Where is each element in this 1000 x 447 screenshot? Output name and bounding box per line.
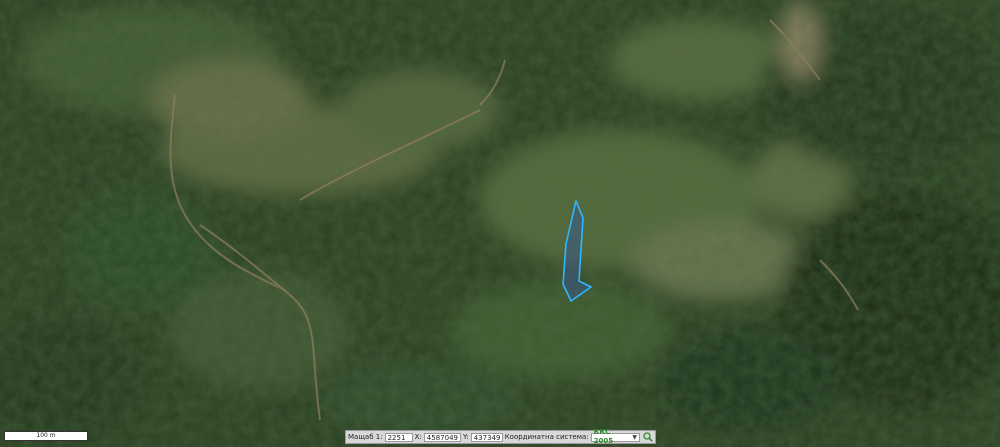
scale-bar-label: 100 m <box>36 432 56 439</box>
x-coordinate-field: 4587049 <box>423 432 461 442</box>
satellite-map[interactable] <box>0 0 1000 447</box>
coordinate-system-select[interactable]: ККС 2005 ▼ <box>590 428 640 445</box>
coordinate-toolbar: Мащаб 1: 2251 X: 4587049 Y: 437349 Коорд… <box>345 428 656 445</box>
scale-input[interactable]: 2251 <box>384 432 413 442</box>
y-label: Y: <box>462 433 469 441</box>
texture <box>0 0 1000 447</box>
coordinate-system-value: ККС 2005 <box>593 428 614 445</box>
coordinate-system-label: Координатна система: <box>504 433 589 441</box>
x-label: X: <box>414 433 422 441</box>
scale-bar: 100 m <box>4 431 88 441</box>
y-coordinate-field: 437349 <box>470 432 503 442</box>
search-icon[interactable] <box>642 432 653 442</box>
chevron-down-icon: ▼ <box>632 433 637 441</box>
scale-label: Мащаб 1: <box>348 433 383 441</box>
